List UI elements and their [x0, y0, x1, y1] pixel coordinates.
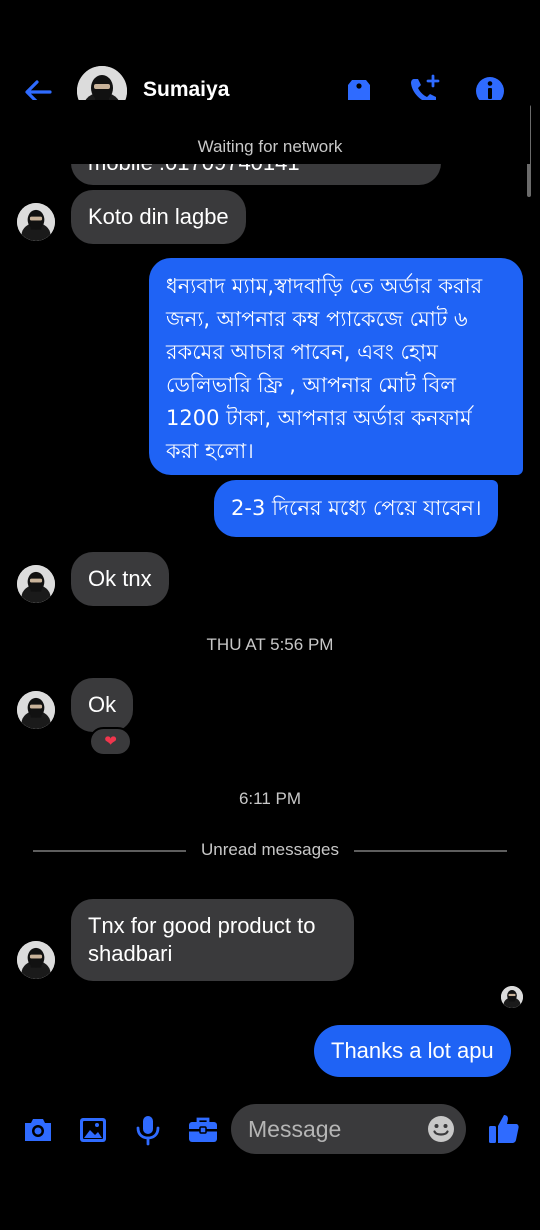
heart-reaction[interactable]: ❤ [89, 727, 132, 756]
sender-avatar[interactable] [17, 941, 55, 979]
message-text: Koto din lagbe [88, 204, 229, 229]
timestamp: 6:11 PM [238, 789, 302, 808]
heart-icon: ❤ [104, 732, 117, 750]
thumbs-up-icon [489, 1115, 519, 1143]
incoming-message[interactable]: Koto din lagbe [71, 190, 246, 244]
camera-button[interactable] [21, 1113, 55, 1147]
contact-name[interactable]: Sumaiya [143, 78, 229, 102]
message-placeholder: Message [248, 1116, 342, 1142]
seen-indicator-avatar [501, 986, 523, 1008]
incoming-message[interactable]: Ok tnx [71, 552, 169, 606]
image-icon [80, 1118, 106, 1142]
voice-clip-button[interactable] [131, 1113, 165, 1147]
message-input[interactable]: Message [231, 1104, 466, 1154]
timestamp: THU AT 5:56 PM [206, 635, 334, 654]
briefcase-icon [189, 1117, 217, 1142]
business-tools-button[interactable] [186, 1113, 220, 1147]
emoji-button[interactable] [426, 1114, 456, 1144]
gallery-button[interactable] [76, 1113, 110, 1147]
camera-icon [25, 1119, 51, 1141]
sender-avatar[interactable] [17, 565, 55, 603]
message-text: Ok tnx [88, 566, 152, 591]
incoming-message[interactable]: Ok [71, 678, 134, 732]
message-text: Ok [88, 692, 117, 717]
message-text: 2-3 দিনের মধ্যে পেয়ে যাবেন। [231, 496, 482, 520]
incoming-message[interactable]: Tnx for good product to shadbari [71, 899, 354, 981]
message-text: Thanks a lot apu [331, 1038, 494, 1063]
message-text: Tnx for good product to shadbari [88, 913, 316, 966]
outgoing-message[interactable]: Thanks a lot apu [314, 1025, 511, 1077]
sender-avatar[interactable] [17, 203, 55, 241]
like-button[interactable] [486, 1111, 520, 1145]
divider-line-right [354, 850, 507, 852]
outgoing-message[interactable]: ধন্যবাদ ম্যাম,স্বাদবাড়ি তে অর্ডার করার … [149, 258, 523, 475]
emoji-icon [428, 1116, 454, 1142]
sender-avatar[interactable] [17, 691, 55, 729]
outgoing-message[interactable]: 2-3 দিনের মধ্যে পেয়ে যাবেন। [214, 480, 499, 537]
microphone-icon [136, 1116, 160, 1146]
network-status-overlay: Waiting for network [197, 137, 343, 156]
message-text: ধন্যবাদ ম্যাম,স্বাদবাড়ি তে অর্ডার করার … [166, 274, 483, 463]
